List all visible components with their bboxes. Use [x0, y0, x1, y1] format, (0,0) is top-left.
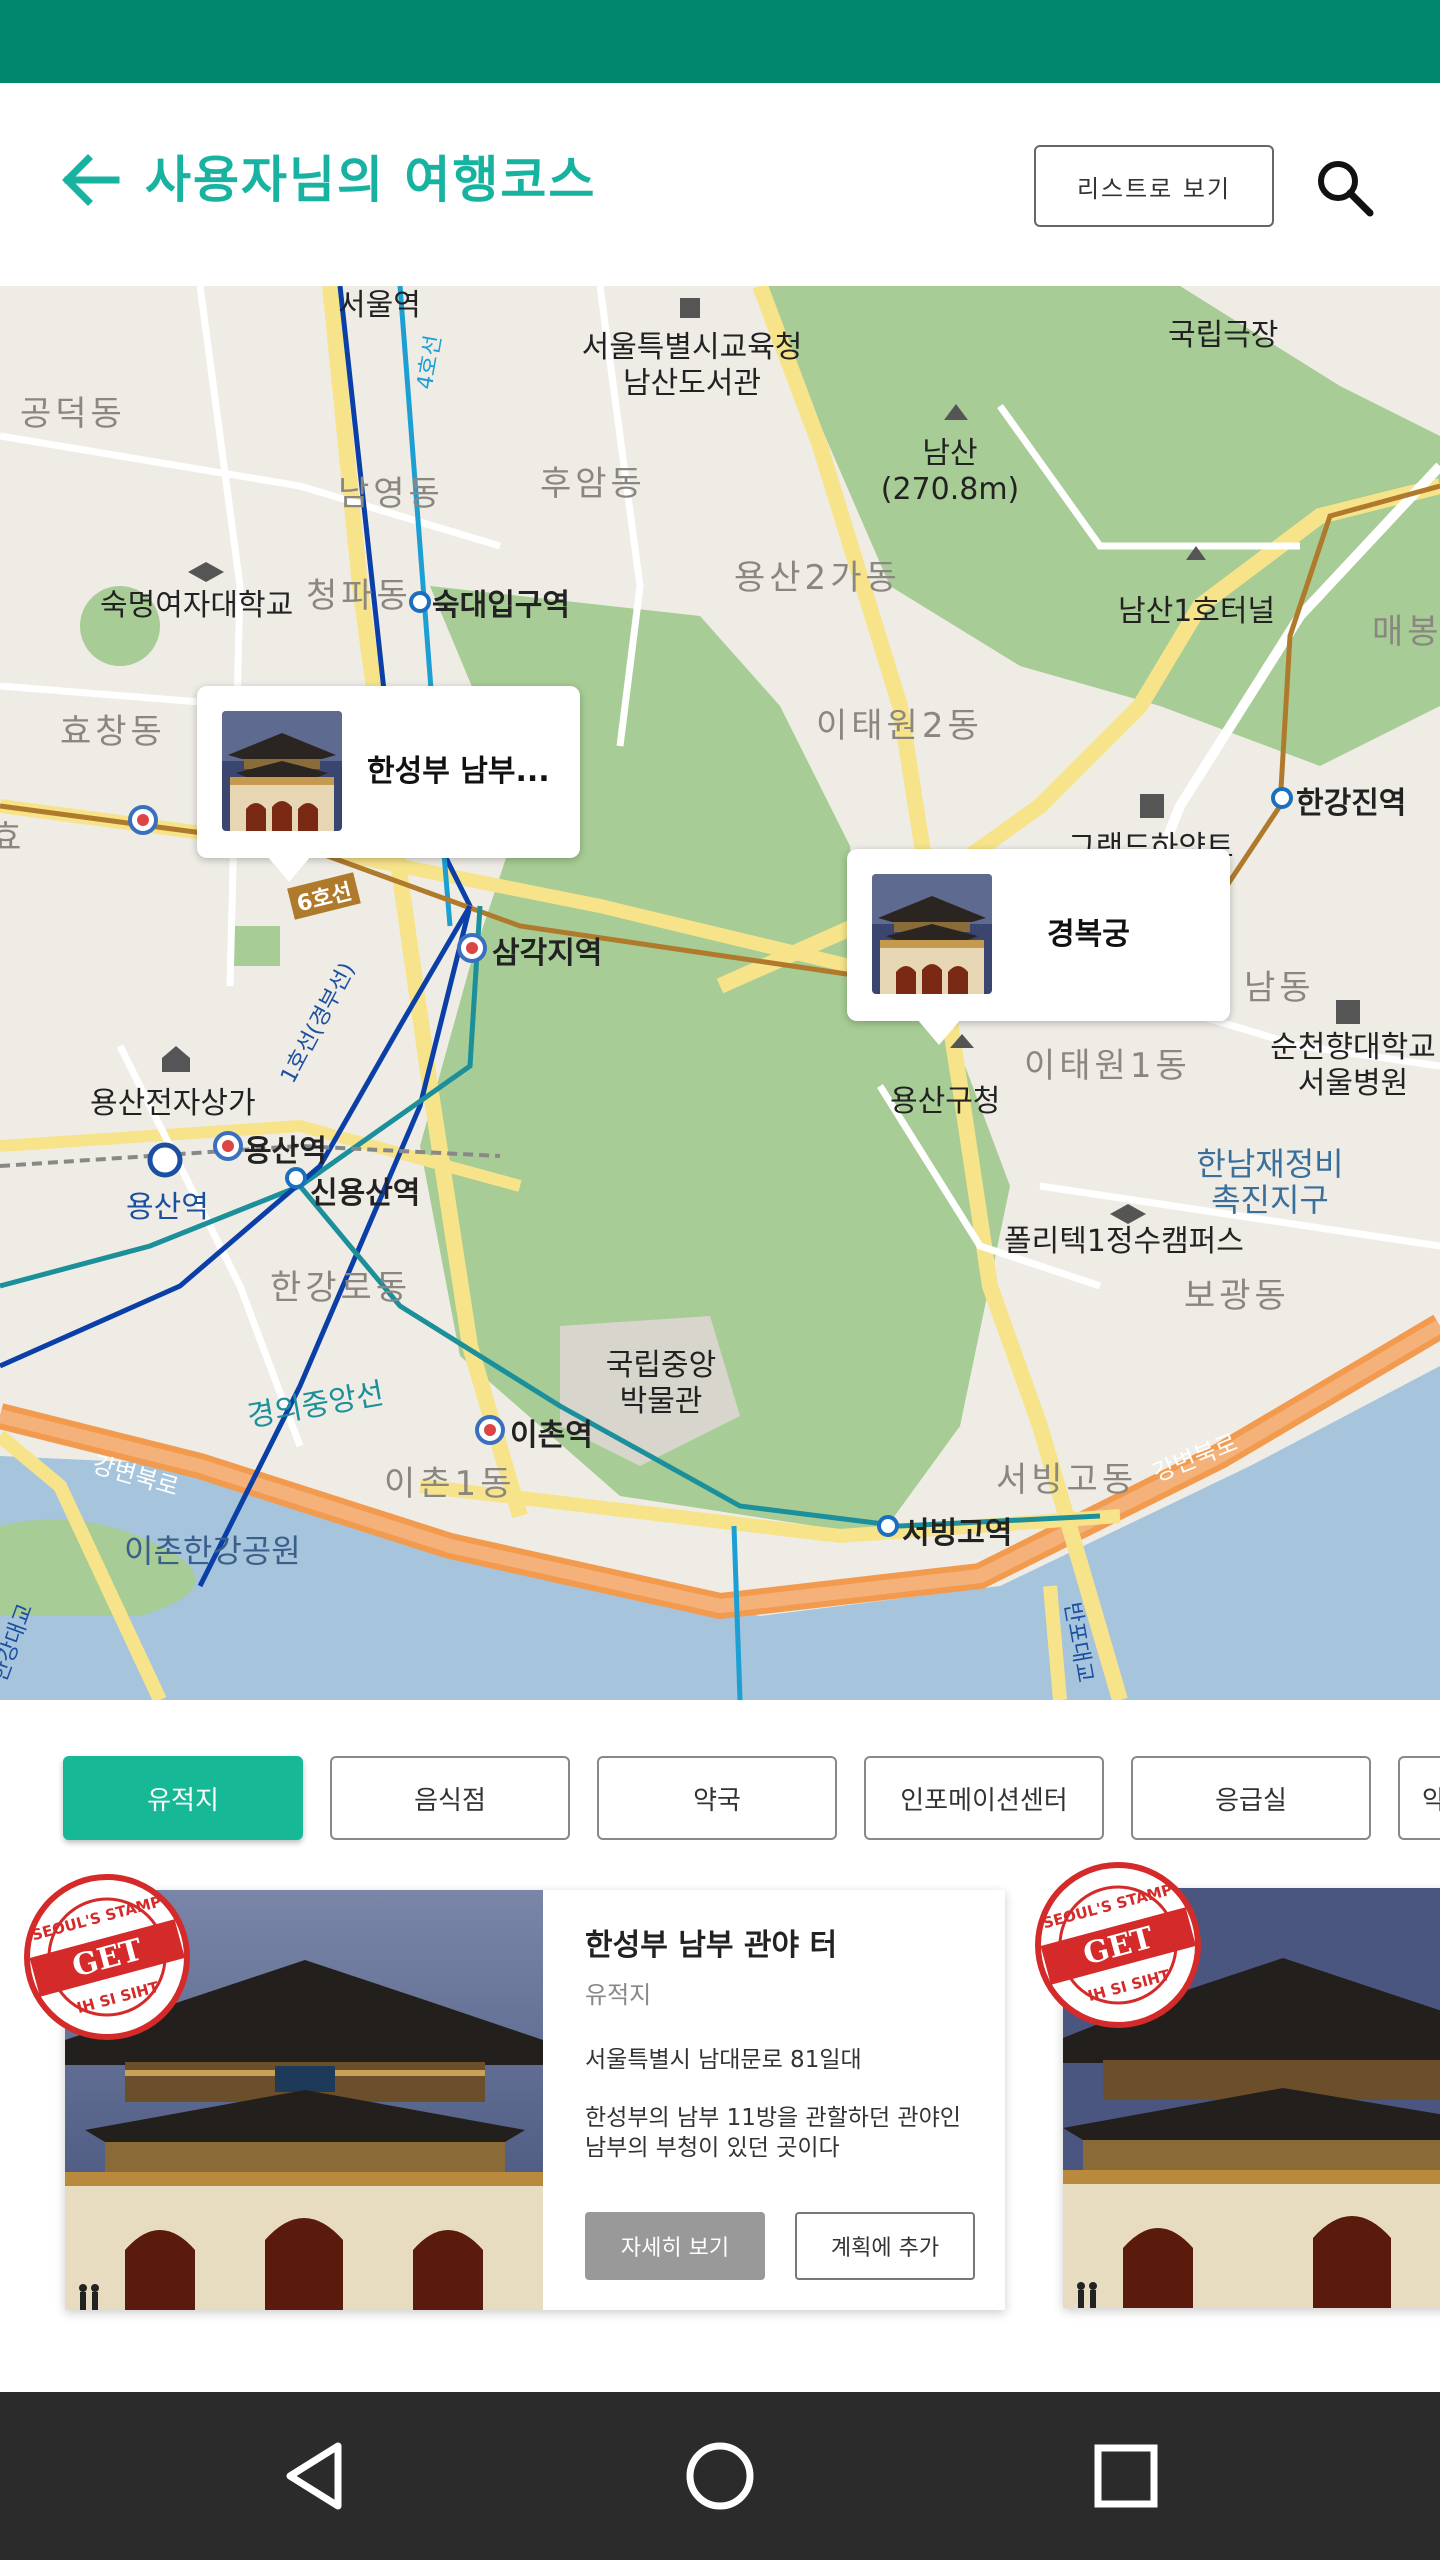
map-label-yongsan-station: 용산역 — [244, 1134, 327, 1169]
map-label-ichon-park: 이촌한강공원 — [124, 1532, 301, 1570]
map-label-seobinggo-station: 서빙고역 — [902, 1516, 1013, 1551]
map-view[interactable]: 서울역 서울특별시교육청 남산도서관 국립극장 남산 (270.8m) 공덕동 … — [0, 286, 1440, 1700]
chip-emergency-room[interactable]: 응급실 — [1131, 1756, 1371, 1840]
map-label-huam: 후암동 — [540, 464, 646, 504]
map-label-yongsan2ga: 용산2가동 — [734, 558, 901, 598]
nav-home-icon[interactable] — [680, 2436, 760, 2516]
view-details-button[interactable]: 자세히 보기 — [585, 2212, 765, 2280]
place-category: 유적지 — [585, 1981, 652, 2009]
system-nav-bar — [0, 2392, 1440, 2560]
map-label-samgakji: 삼각지역 — [492, 936, 603, 971]
map-label-itaewon1: 이태원1동 — [1024, 1046, 1191, 1086]
map-label-seobinggo-dong: 서빙고동 — [996, 1460, 1138, 1500]
map-label-national-theater: 국립극장 — [1168, 318, 1279, 353]
seoul-stamp-icon: GET SEOUL'S STAMP IH SI SIHT — [1033, 1860, 1203, 2030]
chip-restaurant[interactable]: 음식점 — [330, 1756, 570, 1840]
map-label-yongsan-gu-office: 용산구청 — [890, 1084, 1001, 1119]
app-bar: 사용자님의 여행코스 리스트로 보기 — [0, 83, 1440, 286]
chip-historic-site[interactable]: 유적지 — [63, 1756, 303, 1840]
chip-pharmacy[interactable]: 약국 — [597, 1756, 837, 1840]
map-label-gongdeok: 공덕동 — [20, 394, 126, 434]
map-label-seoul-station: 서울역 — [338, 288, 421, 323]
map-label-yongsan-station-2: 용산역 — [126, 1190, 209, 1225]
place-info: 한성부 남부 관야 터 유적지 서울특별시 남대문로 81일대 한성부의 남부 … — [585, 1890, 985, 2310]
seoul-stamp-icon: GET SEOUL'S STAMP IH SI SIHT — [22, 1872, 192, 2042]
palace-thumbnail — [872, 874, 992, 994]
map-label-sookdae-station: 숙대입구역 — [432, 588, 570, 623]
map-label-sinyongsan: 신용산역 — [310, 1176, 421, 1211]
map-label-hannam: 한남재정비 촉진지구 — [1196, 1145, 1344, 1219]
page-title: 사용자님의 여행코스 — [145, 151, 597, 209]
map-label-hangangjin: 한강진역 — [1296, 786, 1407, 821]
map-popup-gyeongbokgung[interactable]: 경복궁 — [847, 849, 1230, 1045]
map-label-soonchunhyang: 순천향대학교 서울병원 — [1270, 1030, 1436, 1101]
arrow-left-icon[interactable] — [56, 145, 126, 215]
map-label-polytech: 폴리텍1정수캠퍼스 — [1004, 1224, 1244, 1259]
chip-information-center[interactable]: 인포메이션센터 — [864, 1756, 1104, 1840]
map-label-museum: 국립중앙 박물관 — [605, 1348, 717, 1419]
map-popup-label: 한성부 남부... — [367, 754, 550, 789]
place-card[interactable]: 한성부 남부 관야 터 유적지 서울특별시 남대문로 81일대 한성부의 남부 … — [65, 1890, 1005, 2310]
map-label-gongdeok-station: 효 — [0, 818, 26, 858]
map-label-sookmyung: 숙명여자대학교 — [100, 588, 294, 623]
map-label-namyeong: 남영동 — [338, 474, 444, 514]
map-label-hyochang: 효창동 — [60, 712, 166, 752]
map-label-hangangro: 한강로동 — [270, 1268, 412, 1308]
map-label-namsan: 남산 (270.8m) — [880, 436, 1020, 507]
map-label-maebong: 매봉 — [1372, 612, 1440, 652]
map-label-ichon1: 이촌1동 — [384, 1464, 516, 1504]
map-label-itaewon2: 이태원2동 — [816, 706, 983, 746]
map-label-namsan-tunnel: 남산1호터널 — [1118, 594, 1276, 629]
map-label-bogwang: 보광동 — [1184, 1276, 1290, 1316]
chip-partial[interactable]: 약 — [1398, 1756, 1440, 1840]
place-address: 서울특별시 남대문로 81일대 — [585, 2047, 862, 2073]
map-popup-label: 경복궁 — [1047, 917, 1130, 952]
status-bar — [0, 0, 1440, 83]
map-label-ichon-station: 이촌역 — [510, 1418, 593, 1453]
map-label-cheongpa: 청파동 — [306, 576, 412, 616]
map-popup-hanseongbu[interactable]: 한성부 남부... — [197, 686, 580, 882]
nav-recents-icon[interactable] — [1086, 2436, 1166, 2516]
place-title: 한성부 남부 관야 터 — [585, 1928, 838, 1963]
place-description: 한성부의 남부 11방을 관할하던 관야인 남부의 부청이 있던 곳이다 — [585, 2105, 961, 2161]
search-icon[interactable] — [1310, 153, 1380, 223]
map-label-education-office: 서울특별시교육청 남산도서관 — [581, 330, 803, 401]
list-view-button[interactable]: 리스트로 보기 — [1034, 145, 1274, 227]
palace-thumbnail — [222, 711, 342, 831]
nav-back-icon[interactable] — [276, 2436, 356, 2516]
map-label-yongsan-electronics: 용산전자상가 — [90, 1086, 256, 1121]
category-chips: 유적지 음식점 약국 인포메이션센터 응급실 약 — [0, 1756, 1440, 1840]
add-to-plan-button[interactable]: 계획에 추가 — [795, 2212, 975, 2280]
map-label-namdong: 남동 — [1244, 968, 1315, 1008]
